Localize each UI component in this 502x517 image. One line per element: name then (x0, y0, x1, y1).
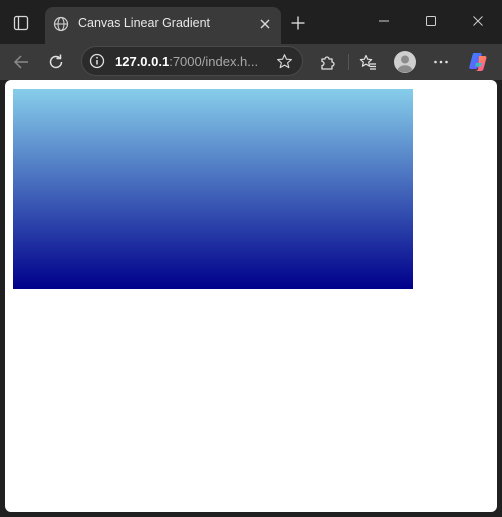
tab-actions-icon (13, 15, 29, 31)
more-menu-button[interactable] (427, 48, 455, 76)
url-host: 127.0.0.1 (115, 54, 170, 69)
favorites-icon (359, 54, 376, 70)
back-button[interactable] (7, 48, 35, 76)
extensions-button[interactable] (314, 48, 342, 76)
tab-active[interactable]: Canvas Linear Gradient (45, 7, 281, 44)
address-bar[interactable]: 127.0.0.1:7000/index.h... (81, 46, 303, 76)
globe-icon (52, 15, 70, 33)
plus-icon (291, 16, 305, 30)
minimize-button[interactable] (364, 6, 404, 36)
maximize-icon (426, 16, 436, 26)
page-viewport (5, 80, 497, 512)
puzzle-icon (321, 56, 335, 70)
tab-strip: Canvas Linear Gradient (0, 0, 502, 44)
close-icon[interactable] (256, 15, 274, 33)
browser-window: Canvas Linear Gradient 127.0.0.1:7000/in… (0, 0, 502, 517)
new-tab-button[interactable] (287, 12, 309, 34)
info-icon[interactable] (88, 52, 106, 70)
minimize-icon (379, 20, 389, 22)
tab-actions-button[interactable] (8, 10, 34, 36)
url-text: 127.0.0.1:7000/index.h... (115, 54, 258, 69)
close-window-button[interactable] (458, 6, 498, 36)
url-path: :7000/index.h... (169, 54, 259, 69)
reload-icon (49, 54, 63, 69)
tab-title: Canvas Linear Gradient (78, 16, 211, 30)
reload-button[interactable] (42, 48, 70, 76)
toolbar-divider (348, 54, 349, 70)
gradient-canvas (13, 89, 413, 289)
copilot-button[interactable] (464, 48, 492, 76)
arrow-left-icon (13, 55, 28, 69)
star-icon[interactable] (275, 52, 293, 70)
avatar-icon (394, 51, 416, 73)
favorites-button[interactable] (354, 48, 382, 76)
maximize-button[interactable] (411, 6, 451, 36)
close-icon (473, 16, 483, 26)
copilot-icon (469, 53, 487, 71)
more-icon (434, 60, 448, 64)
browser-toolbar: 127.0.0.1:7000/index.h... (0, 44, 502, 80)
profile-button[interactable] (391, 48, 419, 76)
